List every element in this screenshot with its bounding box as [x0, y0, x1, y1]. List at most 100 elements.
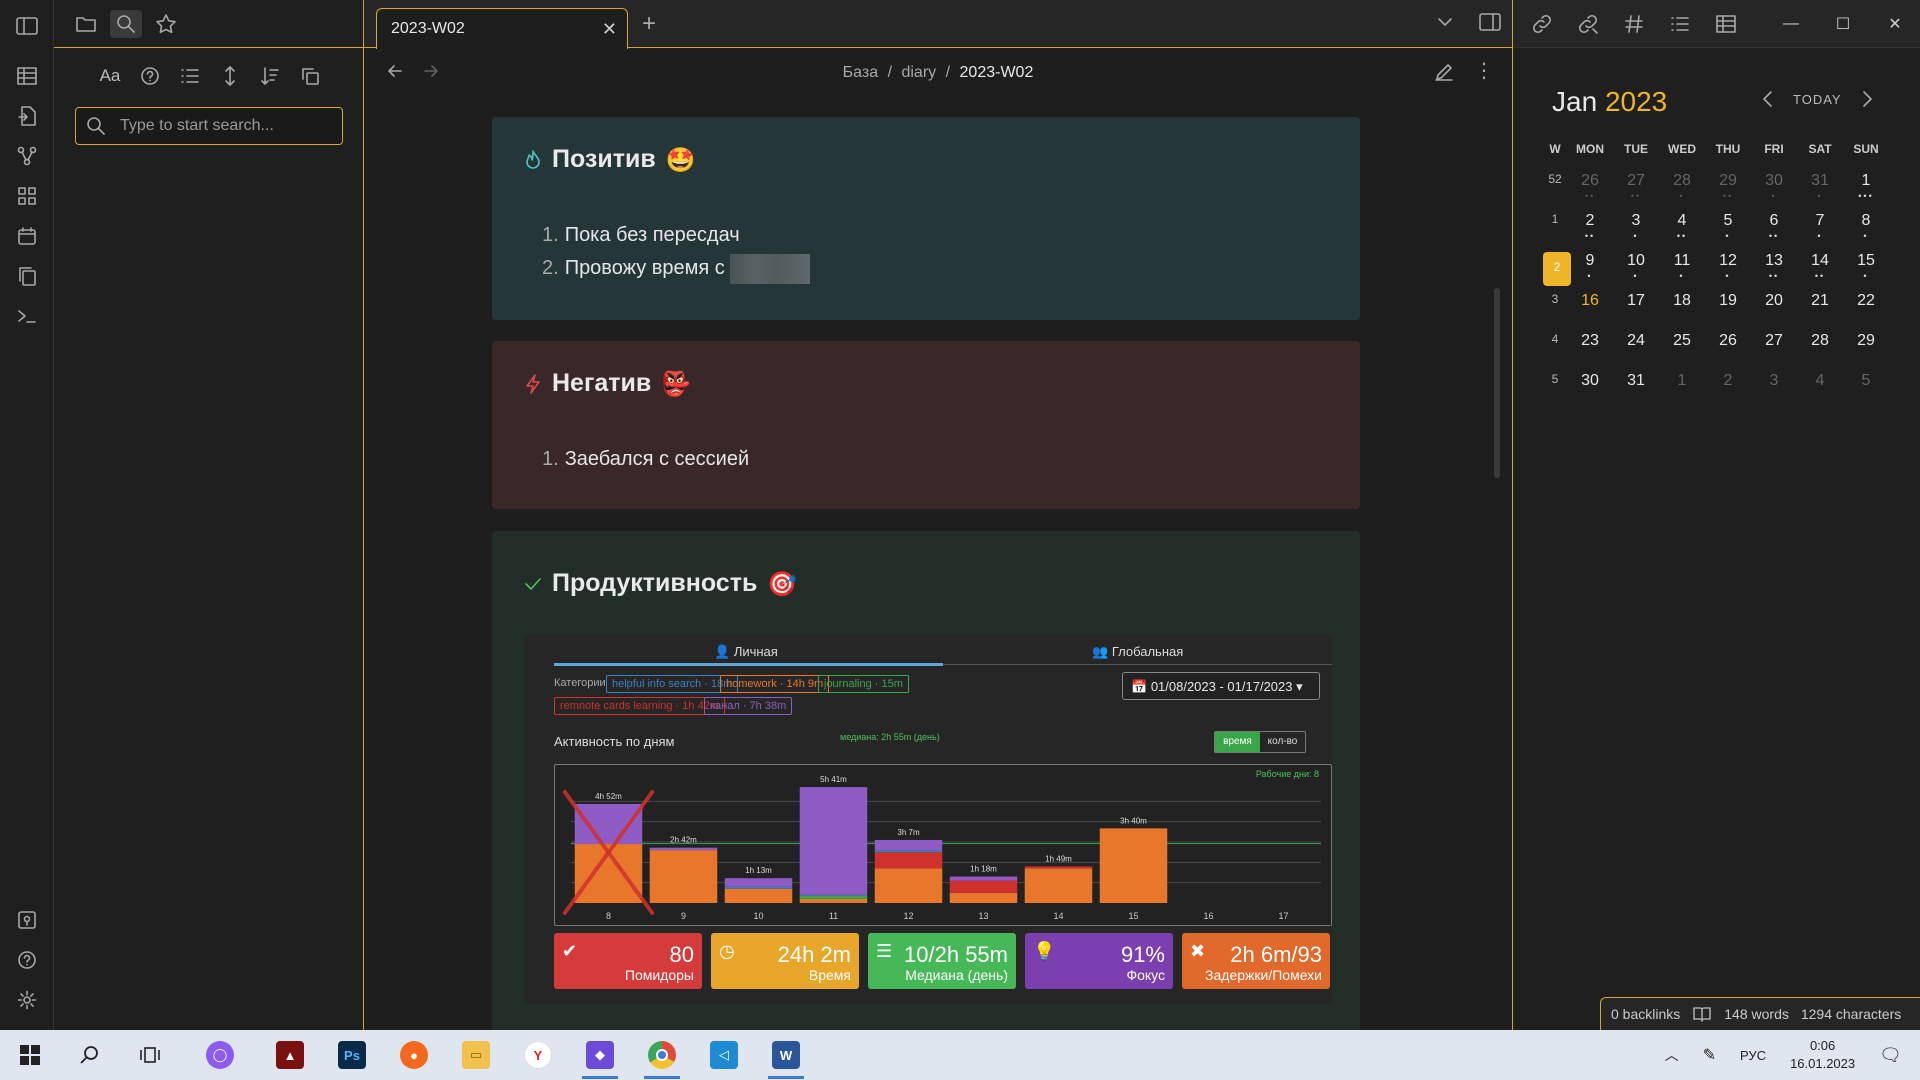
- calendar-day[interactable]: 15 •: [1843, 252, 1889, 292]
- tab-personal[interactable]: 👤 Личная: [714, 644, 778, 660]
- week-number[interactable]: 1: [1543, 212, 1567, 252]
- search-tab-icon[interactable]: [110, 10, 142, 38]
- category-chip[interactable]: helpful info search · 18m: [606, 675, 739, 693]
- category-chip[interactable]: journaling · 15m: [818, 675, 909, 693]
- vscode-icon[interactable]: ◁: [704, 1037, 744, 1073]
- edit-pencil-icon[interactable]: [1434, 62, 1454, 82]
- calendar-day[interactable]: 28 •: [1659, 172, 1705, 212]
- calendar-day[interactable]: 9 •: [1567, 252, 1613, 292]
- list-icon[interactable]: [174, 62, 206, 90]
- breadcrumb-vault[interactable]: База: [843, 64, 878, 81]
- calendar-day[interactable]: 2 ••: [1567, 212, 1613, 252]
- breadcrumb-current[interactable]: 2023-W02: [960, 64, 1034, 81]
- today-button[interactable]: TODAY: [1793, 92, 1842, 107]
- outgoing-links-icon[interactable]: [1573, 10, 1603, 38]
- calendar-day[interactable]: 8 •: [1843, 212, 1889, 252]
- more-options-icon[interactable]: ⋮: [1474, 58, 1494, 83]
- settings-gear-icon[interactable]: [13, 986, 41, 1014]
- tab-close-icon[interactable]: ✕: [602, 19, 617, 40]
- file-import-icon[interactable]: [13, 102, 41, 130]
- calendar-day[interactable]: 1: [1659, 372, 1705, 412]
- pen-icon[interactable]: ✎: [1703, 1045, 1716, 1065]
- sidebar-toggle-icon[interactable]: [13, 12, 41, 40]
- calendar-day[interactable]: 10 •: [1613, 252, 1659, 292]
- right-sidebar-toggle-icon[interactable]: [1478, 12, 1502, 32]
- calendar-day[interactable]: 29: [1843, 332, 1889, 372]
- calendar-day[interactable]: 29 ••: [1705, 172, 1751, 212]
- graph-view-icon[interactable]: [13, 142, 41, 170]
- clock[interactable]: 0:06 16.01.2023: [1790, 1037, 1855, 1073]
- yandex-browser-icon[interactable]: Y: [518, 1037, 558, 1073]
- toggle-time[interactable]: время: [1215, 732, 1260, 752]
- help-icon[interactable]: [13, 946, 41, 974]
- copy-results-icon[interactable]: [294, 62, 326, 90]
- calendar-day[interactable]: 23: [1567, 332, 1613, 372]
- calendar-day[interactable]: 7 •: [1797, 212, 1843, 252]
- reading-book-icon[interactable]: [1692, 1005, 1712, 1023]
- search-input[interactable]: [120, 117, 330, 135]
- calendar-day[interactable]: 4: [1797, 372, 1843, 412]
- chevron-down-icon[interactable]: [1436, 12, 1454, 32]
- tags-hash-icon[interactable]: [1619, 10, 1649, 38]
- photoshop-icon[interactable]: Ps: [332, 1037, 372, 1073]
- maximize-button[interactable]: ☐: [1817, 0, 1869, 48]
- obsidian-icon[interactable]: ◆: [580, 1037, 620, 1079]
- table-icon[interactable]: [13, 62, 41, 90]
- match-case-button[interactable]: Aa: [94, 62, 126, 90]
- tab-global[interactable]: 👥 Глобальная: [1092, 644, 1183, 660]
- calendar-day[interactable]: 13 ••: [1751, 252, 1797, 292]
- calendar-day[interactable]: 16: [1567, 292, 1613, 332]
- new-tab-plus-icon[interactable]: +: [642, 10, 656, 38]
- calendar-day[interactable]: 27: [1751, 332, 1797, 372]
- notifications-icon[interactable]: 🗨: [1879, 1045, 1902, 1066]
- search-help-icon[interactable]: [134, 62, 166, 90]
- calendar-day[interactable]: 5: [1843, 372, 1889, 412]
- grid-icon[interactable]: [13, 182, 41, 210]
- week-number[interactable]: 5: [1543, 372, 1567, 412]
- calendar-day[interactable]: 30: [1567, 372, 1613, 412]
- scrollbar[interactable]: [1494, 288, 1500, 478]
- category-chip[interactable]: homework · 14h 9m: [720, 675, 830, 693]
- date-range-picker[interactable]: 📅 01/08/2023 - 01/17/2023 ▾: [1122, 672, 1320, 700]
- calendar-day[interactable]: 14 ••: [1797, 252, 1843, 292]
- tray-chevron-up-icon[interactable]: ︿: [1665, 1045, 1679, 1065]
- next-month-icon[interactable]: [1860, 90, 1874, 108]
- close-window-button[interactable]: ✕: [1869, 0, 1920, 48]
- calendar-day[interactable]: 28: [1797, 332, 1843, 372]
- calendar-day[interactable]: 11 •: [1659, 252, 1705, 292]
- calendar-day[interactable]: 4 ••: [1659, 212, 1705, 252]
- calendar-icon[interactable]: [13, 222, 41, 250]
- calendar-day[interactable]: 31: [1613, 372, 1659, 412]
- calendar-day[interactable]: 27 ••: [1613, 172, 1659, 212]
- file-explorer-icon[interactable]: ▭: [456, 1037, 496, 1073]
- windows-start-icon[interactable]: [10, 1037, 50, 1073]
- calendar-day[interactable]: 2: [1705, 372, 1751, 412]
- calendar-day[interactable]: 30 •: [1751, 172, 1797, 212]
- category-chip[interactable]: remnote cards learning · 1h 42m: [554, 697, 725, 715]
- bookmark-star-icon[interactable]: [150, 10, 182, 38]
- copy-icon[interactable]: [13, 262, 41, 290]
- week-number[interactable]: 2: [1543, 252, 1571, 292]
- breadcrumb-folder[interactable]: diary: [901, 64, 936, 81]
- vault-icon[interactable]: [13, 906, 41, 934]
- calendar-day[interactable]: 18: [1659, 292, 1705, 332]
- tab-2023-w02[interactable]: 2023-W02 ✕: [376, 8, 628, 49]
- calendar-day[interactable]: 12 •: [1705, 252, 1751, 292]
- calendar-day[interactable]: 1 •••: [1843, 172, 1889, 212]
- backlinks-count[interactable]: 0 backlinks: [1611, 1006, 1680, 1022]
- calendar-day[interactable]: 26: [1705, 332, 1751, 372]
- calendar-day[interactable]: 25: [1659, 332, 1705, 372]
- taskbar-search-icon[interactable]: [70, 1037, 110, 1073]
- calendar-day[interactable]: 19: [1705, 292, 1751, 332]
- calendar-day[interactable]: 6 ••: [1751, 212, 1797, 252]
- task-view-icon[interactable]: [130, 1037, 170, 1073]
- firefox-icon[interactable]: ●: [394, 1037, 434, 1073]
- calendar-day[interactable]: 31 •: [1797, 172, 1843, 212]
- calendar-day[interactable]: 22: [1843, 292, 1889, 332]
- expand-vertical-icon[interactable]: [214, 62, 246, 90]
- calendar-day[interactable]: 17: [1613, 292, 1659, 332]
- category-chip[interactable]: канал · 7h 38m: [704, 697, 793, 715]
- week-number[interactable]: 52: [1543, 172, 1567, 212]
- minimize-button[interactable]: —: [1765, 0, 1817, 48]
- toggle-count[interactable]: кол-во: [1260, 732, 1305, 752]
